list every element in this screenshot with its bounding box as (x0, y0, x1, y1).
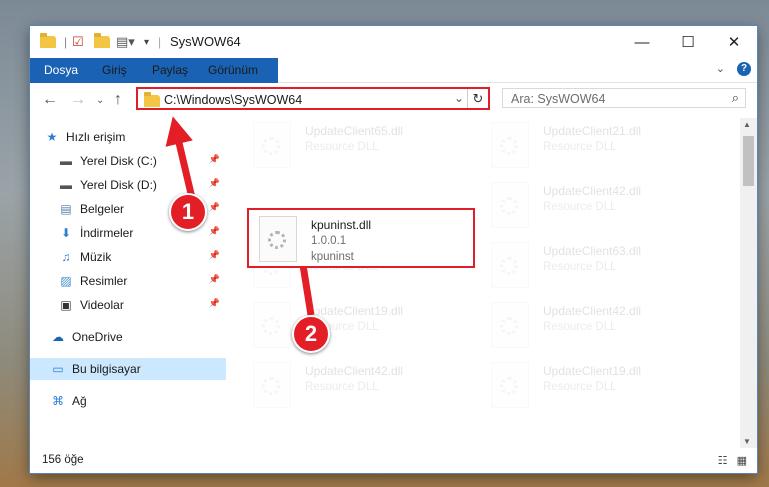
file-item-kpuninst[interactable]: kpuninst.dll 1.0.0.1 kpuninst (253, 214, 473, 266)
file-description: kpuninst (311, 251, 354, 263)
dll-file-icon (259, 216, 297, 262)
file-version: 1.0.0.1 (311, 235, 347, 247)
callout-badge-2: 2 (292, 315, 330, 353)
file-name: kpuninst.dll (311, 218, 372, 232)
callout-badge-1: 1 (169, 193, 207, 231)
